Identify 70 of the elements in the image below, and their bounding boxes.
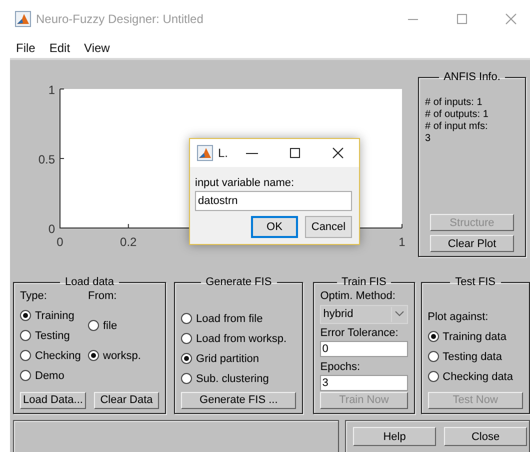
radio-option[interactable]: Testing data bbox=[428, 346, 523, 367]
radio-circle[interactable] bbox=[428, 331, 439, 342]
maximize-icon[interactable] bbox=[289, 147, 302, 159]
menu-item[interactable]: View bbox=[77, 41, 117, 55]
app-icon bbox=[197, 145, 213, 161]
tick-label: 1 bbox=[48, 83, 55, 97]
button[interactable]: OK bbox=[251, 216, 298, 238]
tick-label: 0 bbox=[48, 222, 55, 236]
tick-label: 0 bbox=[56, 235, 64, 249]
button[interactable]: Help bbox=[353, 427, 436, 446]
radio-option[interactable]: Checking bbox=[20, 346, 88, 366]
radio-circle[interactable] bbox=[428, 371, 439, 382]
tolerance-label: Error Tolerance: bbox=[320, 326, 400, 340]
radio-option[interactable]: Sub. clustering bbox=[181, 368, 296, 389]
radio-circle[interactable] bbox=[88, 320, 99, 332]
radio-option[interactable]: file bbox=[88, 306, 160, 346]
tick-label: 0.2 bbox=[120, 235, 137, 249]
radio-circle[interactable] bbox=[428, 351, 439, 362]
app-icon bbox=[15, 11, 31, 27]
input-field[interactable]: datostrn bbox=[195, 191, 352, 211]
radio-option[interactable]: Load from worksp. bbox=[181, 328, 296, 349]
radio-circle[interactable] bbox=[20, 370, 31, 382]
chevron-icon bbox=[394, 311, 404, 318]
prompt-label: input variable name: bbox=[195, 177, 296, 190]
panel-title: Train FIS bbox=[340, 276, 388, 289]
tick-label: 1 bbox=[398, 235, 406, 249]
tolerance-field[interactable]: 0 bbox=[320, 340, 408, 357]
radio-option[interactable]: Testing bbox=[20, 326, 88, 346]
close-icon[interactable] bbox=[332, 147, 344, 159]
plot-against-label: Plot against: bbox=[428, 310, 490, 324]
button[interactable]: Clear Plot bbox=[430, 235, 514, 252]
radio-option[interactable]: worksp. bbox=[88, 346, 160, 366]
radio-circle[interactable] bbox=[181, 353, 192, 364]
panel-title: Load data bbox=[64, 276, 115, 289]
radio-option[interactable]: Demo bbox=[20, 366, 88, 386]
epochs-field[interactable]: 3 bbox=[320, 374, 408, 391]
epochs-label: Epochs: bbox=[320, 360, 361, 374]
menu-item[interactable]: File bbox=[9, 41, 42, 55]
menu-item[interactable]: Edit bbox=[42, 41, 78, 55]
from-label: From: bbox=[88, 290, 118, 304]
button[interactable]: Cancel bbox=[305, 216, 352, 238]
radio-circle[interactable] bbox=[20, 330, 31, 342]
info-text: # of inputs: 1 bbox=[425, 97, 484, 109]
radio-option[interactable]: Training data bbox=[428, 326, 523, 347]
tick-label: 0.5 bbox=[38, 152, 55, 166]
radio-circle[interactable] bbox=[181, 333, 192, 344]
radio-option[interactable]: Grid partition bbox=[181, 348, 296, 369]
panel-title: Test FIS bbox=[454, 276, 496, 289]
dialog-title: L. bbox=[218, 146, 228, 160]
radio-circle[interactable] bbox=[20, 310, 31, 322]
panel-title: Generate FIS bbox=[204, 276, 273, 289]
info-text: # of input mfs: bbox=[425, 121, 489, 133]
button[interactable]: Close bbox=[444, 427, 527, 446]
radio-circle[interactable] bbox=[88, 350, 99, 362]
method-label: Optim. Method: bbox=[320, 290, 396, 303]
method-dropdown[interactable]: hybrid bbox=[320, 304, 408, 324]
info-text: # of outputs: 1 bbox=[425, 109, 490, 121]
radio-circle[interactable] bbox=[181, 373, 192, 384]
panel-title: ANFIS Info. bbox=[442, 71, 502, 84]
info-text: 3 bbox=[425, 133, 432, 145]
radio-circle[interactable] bbox=[181, 313, 192, 324]
button[interactable]: Load Data... bbox=[20, 392, 86, 409]
button[interactable]: Clear Data bbox=[94, 392, 160, 409]
type-label: Type: bbox=[20, 290, 48, 304]
radio-option[interactable]: Checking data bbox=[428, 366, 523, 387]
radio-circle[interactable] bbox=[20, 350, 31, 362]
radio-option[interactable]: Load from file bbox=[181, 308, 296, 329]
radio-option[interactable]: Training bbox=[20, 306, 88, 326]
window-title: Neuro-Fuzzy Designer: Untitled bbox=[36, 12, 204, 26]
button[interactable]: Generate FIS ... bbox=[181, 392, 296, 409]
